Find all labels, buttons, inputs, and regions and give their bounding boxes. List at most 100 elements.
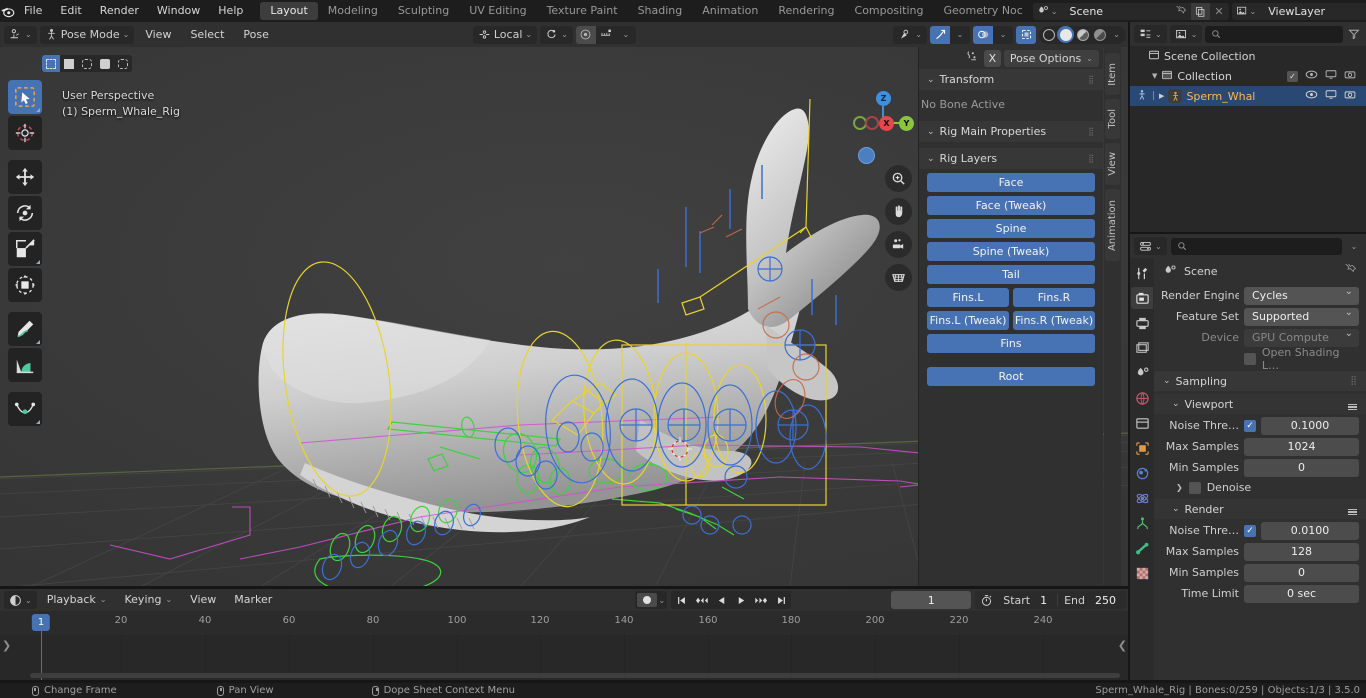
pose-options-dropdown[interactable]: Pose Options ⌄ — [1003, 49, 1099, 67]
workspace-tab-rendering[interactable]: Rendering — [768, 2, 844, 20]
shading-rendered[interactable] — [1091, 26, 1108, 43]
menu-window[interactable]: Window — [148, 0, 209, 22]
preset-icon[interactable] — [1348, 398, 1357, 410]
disclosure-triangle-icon[interactable]: ▼ — [1152, 72, 1157, 80]
scale-tool[interactable] — [8, 232, 42, 266]
scene-tab[interactable] — [1131, 362, 1153, 384]
gizmo-axis-z[interactable]: Z — [876, 91, 891, 106]
zoom-icon[interactable] — [885, 165, 912, 192]
workspace-tab-shading[interactable]: Shading — [628, 2, 693, 20]
n-tab-view[interactable]: View — [1105, 143, 1120, 185]
drag-handle-icon[interactable]: ⣿ — [1350, 376, 1357, 386]
shading-solid[interactable] — [1057, 26, 1074, 43]
menu-file[interactable]: File — [15, 0, 51, 22]
rig-layer-face[interactable]: Face — [927, 173, 1095, 192]
rig-layer-fins-l-tweak[interactable]: Fins.L (Tweak) — [927, 311, 1009, 330]
eye-icon[interactable] — [1305, 89, 1318, 103]
object-tab[interactable] — [1131, 437, 1153, 459]
screen-icon[interactable] — [1325, 69, 1337, 83]
viewport-noise-threshold-value[interactable]: 0.1000 — [1261, 416, 1359, 435]
n-tab-animation[interactable]: Animation — [1105, 189, 1120, 261]
editor-type-selector[interactable]: ⌄ — [4, 25, 37, 44]
select-mode-intersect[interactable] — [114, 55, 132, 72]
proportional-editing-toggle[interactable] — [575, 25, 596, 44]
select-mode-set[interactable] — [42, 55, 60, 72]
properties-options-dropdown[interactable]: ⌄ — [1346, 242, 1362, 251]
pivot-point-selector[interactable]: ⌄ — [540, 25, 573, 44]
view-layer-tab[interactable] — [1131, 337, 1153, 359]
workspace-tab-sculpting[interactable]: Sculpting — [388, 2, 459, 20]
feature-set-dropdown[interactable]: Supported — [1244, 307, 1359, 326]
armature-tab[interactable] — [1131, 537, 1153, 559]
auto-keying-toggle[interactable] — [636, 593, 657, 607]
render-noise-threshold-checkbox[interactable]: ✓ — [1244, 524, 1256, 537]
viewport-sampling-header[interactable]: ⌄ Viewport — [1154, 394, 1366, 414]
eye-icon[interactable] — [1305, 69, 1318, 83]
disclosure-triangle-icon[interactable]: ▶ — [1159, 92, 1164, 100]
new-scene-button[interactable] — [1190, 2, 1210, 20]
annotate-tool[interactable] — [8, 312, 42, 346]
rig-layer-fins-l[interactable]: Fins.L — [927, 288, 1009, 307]
pin-icon[interactable] — [1344, 262, 1357, 279]
preset-icon[interactable] — [1348, 503, 1357, 515]
viewport-menu-pose[interactable]: Pose — [235, 26, 276, 44]
playhead[interactable]: 1 — [31, 614, 51, 631]
camera-icon[interactable] — [1344, 69, 1356, 83]
timeline-body[interactable]: ❯ ❮ 20 40 60 80 100 120 140 160 180 200 … — [0, 611, 1130, 680]
timeline-editor-type-selector[interactable]: ⌄ — [4, 591, 37, 609]
show-gizmo-toggle[interactable] — [930, 25, 950, 44]
curve-tool[interactable] — [8, 392, 42, 426]
render-noise-threshold-value[interactable]: 0.0100 — [1261, 521, 1359, 540]
drag-handle-icon[interactable]: ⣿ — [1088, 127, 1095, 136]
outliner-display-mode-selector[interactable]: ⌄ — [1169, 25, 1203, 43]
expand-sidebar-icon[interactable]: ❮ — [1118, 639, 1127, 652]
menu-help[interactable]: Help — [209, 0, 252, 22]
viewlayer-id-block[interactable]: ⌄ ViewLayer ✕ — [1231, 2, 1366, 20]
grid-icon[interactable] — [885, 264, 912, 291]
chevron-right-icon[interactable]: ❯ — [1176, 483, 1183, 492]
properties-editor-type-selector[interactable]: ⌄ — [1134, 237, 1167, 255]
drag-handle-icon[interactable]: ⣿ — [1088, 75, 1095, 84]
render-max-samples-value[interactable]: 128 — [1244, 542, 1359, 561]
tool-tab[interactable] — [1131, 262, 1153, 284]
osl-checkbox[interactable] — [1244, 352, 1256, 365]
select-box-tool[interactable] — [8, 80, 42, 114]
remove-scene-button[interactable]: ✕ — [1210, 3, 1229, 20]
show-overlays-toggle[interactable] — [973, 25, 993, 44]
navigation-gizmo[interactable]: Z X Y — [848, 85, 918, 155]
rig-layer-fins-r-tweak[interactable]: Fins.R (Tweak) — [1013, 311, 1095, 330]
workspace-tab-layout[interactable]: Layout — [260, 2, 318, 20]
n-tab-tool[interactable]: Tool — [1105, 99, 1120, 139]
panel-section-rig-layers[interactable]: ⌄ Rig Layers ⣿ — [919, 148, 1103, 169]
end-frame-value[interactable]: 250 — [1091, 594, 1126, 607]
modifier-tab[interactable] — [1131, 462, 1153, 484]
texture-tab[interactable] — [1131, 562, 1153, 584]
camera-icon[interactable] — [1344, 89, 1356, 103]
jump-to-start-button[interactable] — [671, 591, 691, 609]
checkbox-icon[interactable]: ✓ — [1287, 70, 1298, 82]
scene-name-field[interactable]: Scene — [1061, 2, 1172, 20]
viewport-max-samples-value[interactable]: 1024 — [1244, 437, 1359, 456]
rig-layer-face-tweak[interactable]: Face (Tweak) — [927, 196, 1095, 215]
transform-tool[interactable] — [8, 268, 42, 302]
play-reverse-button[interactable] — [711, 591, 731, 609]
outliner-editor-type-selector[interactable]: ⌄ — [1134, 25, 1167, 43]
workspace-tab-modeling[interactable]: Modeling — [318, 2, 388, 20]
timeline-menu-playback[interactable]: Playback ⌄ — [39, 591, 115, 609]
workspace-tab-uv-editing[interactable]: UV Editing — [459, 2, 536, 20]
viewport-perspective-toggle[interactable] — [858, 147, 875, 164]
rig-layer-fins-r[interactable]: Fins.R — [1013, 288, 1095, 307]
jump-prev-keyframe-button[interactable] — [691, 591, 711, 609]
jump-next-keyframe-button[interactable] — [751, 591, 771, 609]
rotate-tool[interactable] — [8, 196, 42, 230]
workspace-tab-geometry-nodes[interactable]: Geometry Noc — [933, 2, 1032, 20]
jump-to-end-button[interactable] — [771, 591, 791, 609]
interaction-mode-selector[interactable]: Pose Mode ⌄ — [39, 25, 135, 44]
close-n-panel-button[interactable]: X — [983, 49, 1001, 67]
outliner-row-collection[interactable]: ▼ Collection ✓ — [1130, 66, 1366, 86]
overlay-dropdown[interactable]: ⌄ — [993, 26, 1013, 44]
constraint-tab[interactable] — [1131, 512, 1153, 534]
transform-orientation-selector[interactable]: Local ⌄ — [472, 25, 538, 44]
timeline-scrollbar[interactable] — [30, 673, 1120, 678]
viewport-denoise-row[interactable]: ❯ Denoise — [1154, 479, 1366, 496]
